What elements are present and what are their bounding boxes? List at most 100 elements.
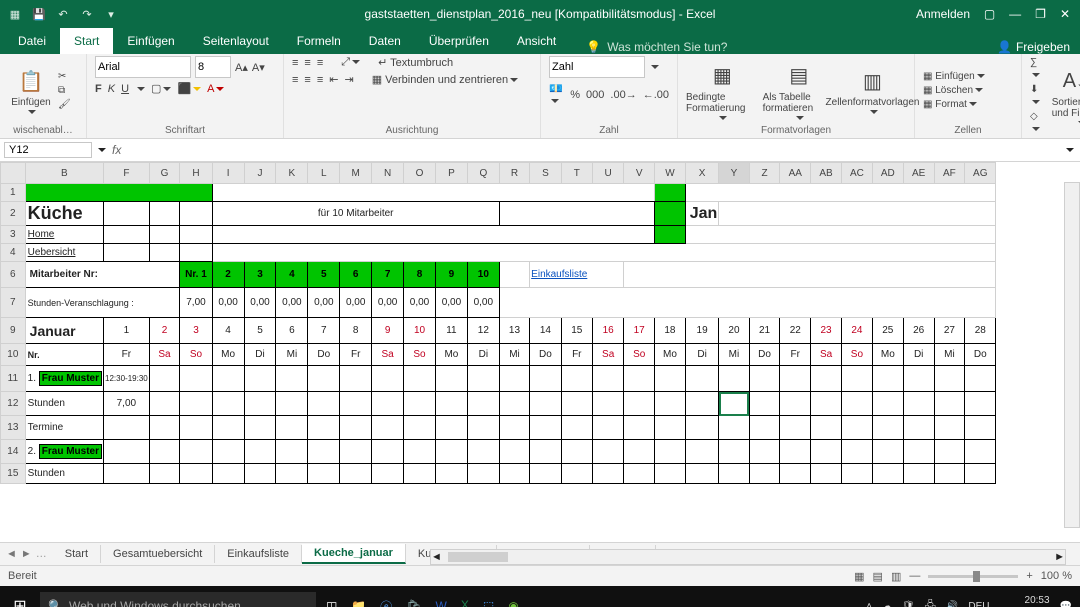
tab-file[interactable]: Datei [4,28,60,54]
std-10[interactable]: 0,00 [467,288,499,318]
cell-r14-name[interactable]: Frau Muster [39,444,102,459]
cell-stundenV[interactable]: Stunden-Veranschlagung : [25,288,180,318]
cell-r11-name[interactable]: Frau Muster [39,371,102,386]
tray-lang[interactable]: DEU [968,601,989,607]
merge-center-button[interactable]: ▦ Verbinden und zentrieren [372,73,518,86]
mit-nr-5[interactable]: 5 [308,262,340,288]
sheet-tab-start[interactable]: Start [53,545,101,563]
cell-r11-time[interactable]: 12:30-19:30 [104,366,150,392]
std-3[interactable]: 0,00 [244,288,276,318]
orientation-icon[interactable]: ⤢ [341,56,360,69]
col-R[interactable]: R [499,163,529,184]
align-left-icon[interactable]: ≡ [292,74,298,86]
row-9[interactable]: 9 [1,318,26,344]
align-top-icon[interactable]: ≡ [292,57,298,69]
col-M[interactable]: M [340,163,372,184]
action-center-icon[interactable]: 💬 [1060,601,1072,607]
tab-start[interactable]: Start [60,28,113,54]
col-AD[interactable]: AD [872,163,903,184]
taskbar-app-store[interactable]: 🛍 [406,599,421,607]
border-button[interactable]: ▢ [151,82,171,95]
insert-cells-button[interactable]: ▦ Einfügen [923,70,985,83]
name-box-dropdown[interactable] [98,148,106,152]
cell-r12-val[interactable]: 7,00 [104,392,150,416]
number-format-combo[interactable] [549,56,645,78]
format-cells-button[interactable]: ▦ Format [923,98,985,111]
mit-nr-8[interactable]: 8 [404,262,436,288]
sheet-nav-next[interactable]: ► [21,548,32,560]
qat-customize-icon[interactable]: ▾ [102,5,120,23]
format-as-table-button[interactable]: ▤ Als Tabelle formatieren [763,62,835,120]
font-name-combo[interactable] [95,56,191,78]
row-7[interactable]: 7 [1,288,26,318]
tray-time[interactable]: 20:53 [999,595,1049,606]
task-view-icon[interactable]: ◫ [326,599,337,607]
mit-nr-3[interactable]: 3 [244,262,276,288]
tab-review[interactable]: Überprüfen [415,28,503,54]
col-T[interactable]: T [561,163,592,184]
decrease-font-icon[interactable]: A▾ [252,61,265,74]
tray-cloud-icon[interactable]: ☁ [882,601,892,607]
col-B[interactable]: B [25,163,103,184]
autosum-icon[interactable]: ∑ [1030,56,1042,82]
percent-format-icon[interactable]: % [570,89,580,101]
col-L[interactable]: L [308,163,340,184]
std-7[interactable]: 0,00 [372,288,404,318]
cell-B1[interactable] [25,184,212,202]
col-AB[interactable]: AB [811,163,842,184]
std-4[interactable]: 0,00 [276,288,308,318]
taskbar-app-word[interactable]: W [436,599,447,607]
col-AG[interactable]: AG [965,163,996,184]
copy-icon[interactable]: ⧉ [58,84,71,97]
cut-icon[interactable]: ✂ [58,70,71,83]
align-center-icon[interactable]: ≡ [304,74,310,86]
col-Q[interactable]: Q [467,163,499,184]
view-normal-icon[interactable]: ▦ [854,570,864,583]
row-10[interactable]: 10 [1,344,26,366]
sort-filter-button[interactable]: A↓Z Sortieren und Filtern [1052,67,1080,125]
mit-nr-2[interactable]: 2 [212,262,244,288]
decrease-decimal-icon[interactable]: ←.00 [643,89,669,101]
col-X[interactable]: X [685,163,718,184]
col-U[interactable]: U [592,163,623,184]
select-all-corner[interactable] [1,163,26,184]
selected-cell-Y12[interactable] [719,392,749,416]
share-button[interactable]: 👤 Freigeben [997,40,1070,54]
cell-jan[interactable]: Jan [685,202,718,226]
taskbar-app-excel[interactable]: X [461,598,469,607]
row-14[interactable]: 14 [1,440,26,464]
save-icon[interactable]: 💾 [30,5,48,23]
col-V[interactable]: V [624,163,655,184]
formula-bar-expand[interactable] [1066,148,1074,152]
tab-pagelayout[interactable]: Seitenlayout [189,28,283,54]
increase-font-icon[interactable]: A▴ [235,61,248,74]
col-Z[interactable]: Z [749,163,780,184]
taskbar-app-browser[interactable]: ⓔ [380,598,392,607]
row-12[interactable]: 12 [1,392,26,416]
row-2[interactable]: 2 [1,202,26,226]
cell-uebersicht[interactable]: Uebersicht [25,244,103,262]
row-4[interactable]: 4 [1,244,26,262]
increase-indent-icon[interactable]: ⇥ [344,73,353,86]
cell-nr-header[interactable]: Nr. [25,344,103,366]
comma-format-icon[interactable]: 000 [586,89,604,101]
tray-network-icon[interactable]: 🖧 [925,598,936,607]
fx-icon[interactable]: fx [106,143,127,157]
font-size-combo[interactable] [195,56,231,78]
row-1[interactable]: 1 [1,184,26,202]
cell-W1[interactable] [654,184,685,202]
decrease-indent-icon[interactable]: ⇤ [329,73,338,86]
mit-nr-10[interactable]: 10 [467,262,499,288]
mit-nr-4[interactable]: 4 [276,262,308,288]
close-icon[interactable]: ✕ [1060,7,1070,21]
underline-button[interactable]: U [121,83,129,95]
sheet-tab-gesamt[interactable]: Gesamtuebersicht [101,545,215,563]
row-15[interactable]: 15 [1,464,26,484]
tab-view[interactable]: Ansicht [503,28,570,54]
cell-mitarbeiter[interactable]: Mitarbeiter Nr: [25,262,180,288]
taskbar-search[interactable]: 🔍 Web und Windows durchsuchen [40,592,316,607]
minimize-icon[interactable]: — [1009,7,1021,21]
cell-home[interactable]: Home [25,226,103,244]
row-3[interactable]: 3 [1,226,26,244]
align-bottom-icon[interactable]: ≡ [317,57,323,69]
